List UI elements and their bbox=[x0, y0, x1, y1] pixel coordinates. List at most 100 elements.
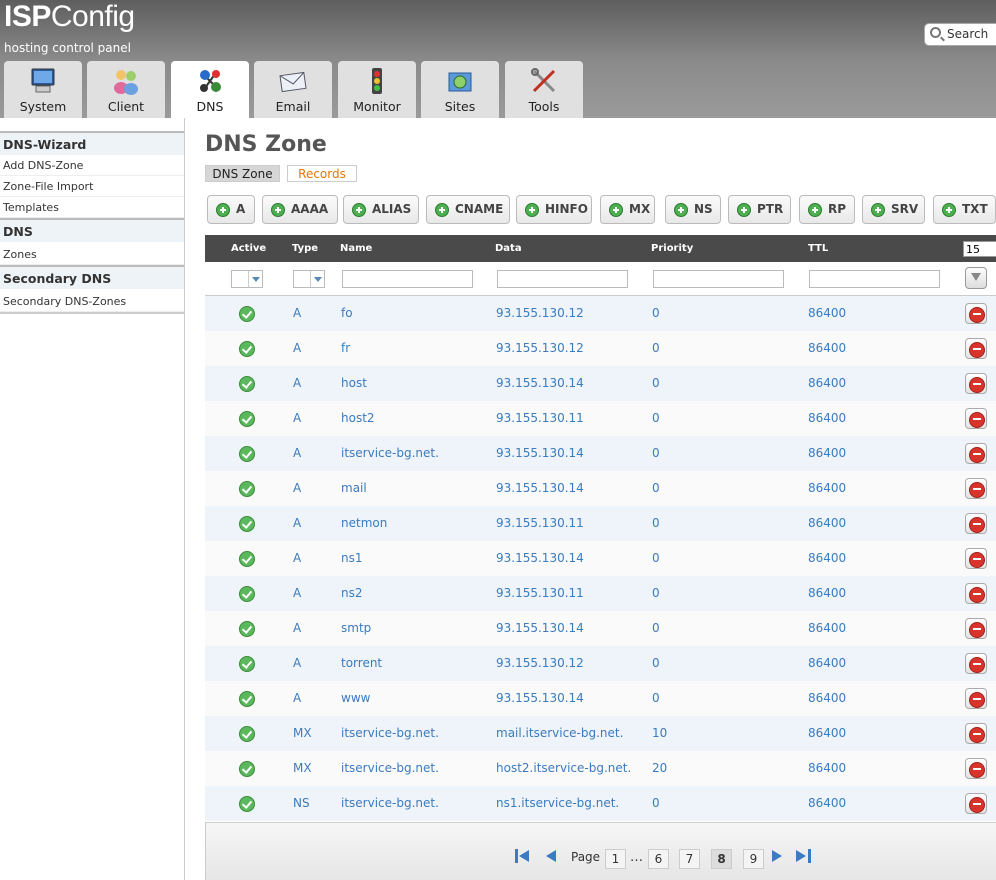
last-page-icon[interactable] bbox=[795, 849, 811, 863]
cell-type[interactable]: A bbox=[293, 551, 301, 565]
search-input[interactable]: Search bbox=[924, 23, 996, 46]
cell-data[interactable]: 93.155.130.14 bbox=[496, 481, 584, 495]
cell-priority[interactable]: 0 bbox=[652, 551, 660, 565]
cell-ttl[interactable]: 86400 bbox=[808, 621, 846, 635]
cell-type[interactable]: A bbox=[293, 376, 301, 390]
table-row[interactable]: Afo 93.155.130.12 0 86400 bbox=[205, 296, 996, 331]
cell-ttl[interactable]: 86400 bbox=[808, 551, 846, 565]
sidebar-item-zones[interactable]: Zones bbox=[0, 244, 184, 265]
cell-priority[interactable]: 10 bbox=[652, 726, 667, 740]
table-row[interactable]: Amail 93.155.130.14 0 86400 bbox=[205, 471, 996, 506]
cell-priority[interactable]: 0 bbox=[652, 656, 660, 670]
cell-ttl[interactable]: 86400 bbox=[808, 586, 846, 600]
add-rp-record-button[interactable]: RP bbox=[799, 195, 855, 224]
cell-type[interactable]: A bbox=[293, 446, 301, 460]
cell-priority[interactable]: 20 bbox=[652, 761, 667, 775]
tab-client[interactable]: Client bbox=[87, 61, 165, 118]
prev-page-icon[interactable] bbox=[542, 849, 558, 863]
cell-name[interactable]: smtp bbox=[341, 621, 371, 635]
filter-name-input[interactable] bbox=[342, 270, 473, 288]
table-row[interactable]: Ans2 93.155.130.11 0 86400 bbox=[205, 576, 996, 611]
cell-priority[interactable]: 0 bbox=[652, 341, 660, 355]
app-logo[interactable]: ISPConfig bbox=[4, 0, 135, 34]
delete-icon[interactable] bbox=[965, 373, 987, 394]
tab-dns[interactable]: DNS bbox=[171, 61, 249, 118]
cell-data[interactable]: host2.itservice-bg.net. bbox=[496, 761, 631, 775]
table-row[interactable]: NS itservice-bg.net. ns1.itservice-bg.net.… bbox=[205, 786, 996, 821]
cell-priority[interactable]: 0 bbox=[652, 586, 660, 600]
cell-ttl[interactable]: 86400 bbox=[808, 341, 846, 355]
delete-icon[interactable] bbox=[965, 583, 987, 604]
tab-system[interactable]: System bbox=[4, 61, 82, 118]
cell-priority[interactable]: 0 bbox=[652, 691, 660, 705]
tab-sites[interactable]: Sites bbox=[421, 61, 499, 118]
delete-icon[interactable] bbox=[965, 513, 987, 534]
table-row[interactable]: Ahost 93.155.130.14 0 86400 bbox=[205, 366, 996, 401]
cell-name[interactable]: ns2 bbox=[341, 586, 363, 600]
cell-priority[interactable]: 0 bbox=[652, 376, 660, 390]
delete-icon[interactable] bbox=[965, 408, 987, 429]
cell-name[interactable]: www bbox=[341, 691, 370, 705]
delete-icon[interactable] bbox=[965, 618, 987, 639]
page-link-7[interactable]: 7 bbox=[679, 849, 700, 869]
cell-type[interactable]: NS bbox=[293, 796, 310, 810]
cell-type[interactable]: MX bbox=[293, 761, 312, 775]
add-a-record-button[interactable]: A bbox=[207, 195, 255, 224]
cell-name[interactable]: torrent bbox=[341, 656, 382, 670]
page-link-6[interactable]: 6 bbox=[648, 849, 669, 869]
cell-ttl[interactable]: 86400 bbox=[808, 306, 846, 320]
cell-priority[interactable]: 0 bbox=[652, 516, 660, 530]
sidebar-item-zone-file-import[interactable]: Zone-File Import bbox=[0, 176, 184, 197]
per-page-select[interactable]: 15 bbox=[963, 241, 996, 257]
add-aaaa-record-button[interactable]: AAAA bbox=[262, 195, 338, 224]
tab-tools[interactable]: Tools bbox=[505, 61, 583, 118]
cell-data[interactable]: 93.155.130.14 bbox=[496, 446, 584, 460]
table-row[interactable]: Afr 93.155.130.12 0 86400 bbox=[205, 331, 996, 366]
cell-data[interactable]: 93.155.130.14 bbox=[496, 376, 584, 390]
table-row[interactable]: Awww 93.155.130.14 0 86400 bbox=[205, 681, 996, 716]
delete-icon[interactable] bbox=[965, 793, 987, 814]
tab-dns-zone[interactable]: DNS Zone bbox=[205, 165, 280, 182]
cell-name[interactable]: itservice-bg.net. bbox=[341, 796, 439, 810]
col-active[interactable]: Active bbox=[231, 243, 266, 254]
table-row[interactable]: Aitservice-bg.net. 93.155.130.14 0 86400 bbox=[205, 436, 996, 471]
table-row[interactable]: Asmtp 93.155.130.14 0 86400 bbox=[205, 611, 996, 646]
add-ns-record-button[interactable]: NS bbox=[665, 195, 721, 224]
cell-name[interactable]: host2 bbox=[341, 411, 375, 425]
col-data[interactable]: Data bbox=[495, 243, 522, 254]
filter-ttl-input[interactable] bbox=[809, 270, 940, 288]
cell-data[interactable]: 93.155.130.14 bbox=[496, 621, 584, 635]
delete-icon[interactable] bbox=[965, 758, 987, 779]
cell-ttl[interactable]: 86400 bbox=[808, 691, 846, 705]
cell-type[interactable]: MX bbox=[293, 726, 312, 740]
cell-ttl[interactable]: 86400 bbox=[808, 796, 846, 810]
cell-ttl[interactable]: 86400 bbox=[808, 656, 846, 670]
col-type[interactable]: Type bbox=[292, 243, 318, 254]
table-row[interactable]: Ahost2 93.155.130.11 0 86400 bbox=[205, 401, 996, 436]
cell-data[interactable]: ns1.itservice-bg.net. bbox=[496, 796, 619, 810]
table-row[interactable]: Anetmon 93.155.130.11 0 86400 bbox=[205, 506, 996, 541]
cell-type[interactable]: A bbox=[293, 306, 301, 320]
delete-icon[interactable] bbox=[965, 688, 987, 709]
cell-ttl[interactable]: 86400 bbox=[808, 516, 846, 530]
add-mx-record-button[interactable]: MX bbox=[600, 195, 655, 224]
delete-icon[interactable] bbox=[965, 443, 987, 464]
cell-data[interactable]: mail.itservice-bg.net. bbox=[496, 726, 623, 740]
cell-ttl[interactable]: 86400 bbox=[808, 481, 846, 495]
cell-name[interactable]: itservice-bg.net. bbox=[341, 446, 439, 460]
add-srv-record-button[interactable]: SRV bbox=[862, 195, 925, 224]
cell-priority[interactable]: 0 bbox=[652, 306, 660, 320]
add-txt-record-button[interactable]: TXT bbox=[933, 195, 996, 224]
cell-data[interactable]: 93.155.130.11 bbox=[496, 411, 584, 425]
delete-icon[interactable] bbox=[965, 303, 987, 324]
cell-data[interactable]: 93.155.130.12 bbox=[496, 306, 584, 320]
table-row[interactable]: Ans1 93.155.130.14 0 86400 bbox=[205, 541, 996, 576]
cell-data[interactable]: 93.155.130.11 bbox=[496, 586, 584, 600]
page-link-9[interactable]: 9 bbox=[743, 849, 764, 869]
cell-name[interactable]: fo bbox=[341, 306, 353, 320]
cell-ttl[interactable]: 86400 bbox=[808, 726, 846, 740]
sidebar-item-secondary-dns-zones[interactable]: Secondary DNS-Zones bbox=[0, 291, 184, 312]
delete-icon[interactable] bbox=[965, 548, 987, 569]
cell-name[interactable]: fr bbox=[341, 341, 350, 355]
cell-type[interactable]: A bbox=[293, 621, 301, 635]
